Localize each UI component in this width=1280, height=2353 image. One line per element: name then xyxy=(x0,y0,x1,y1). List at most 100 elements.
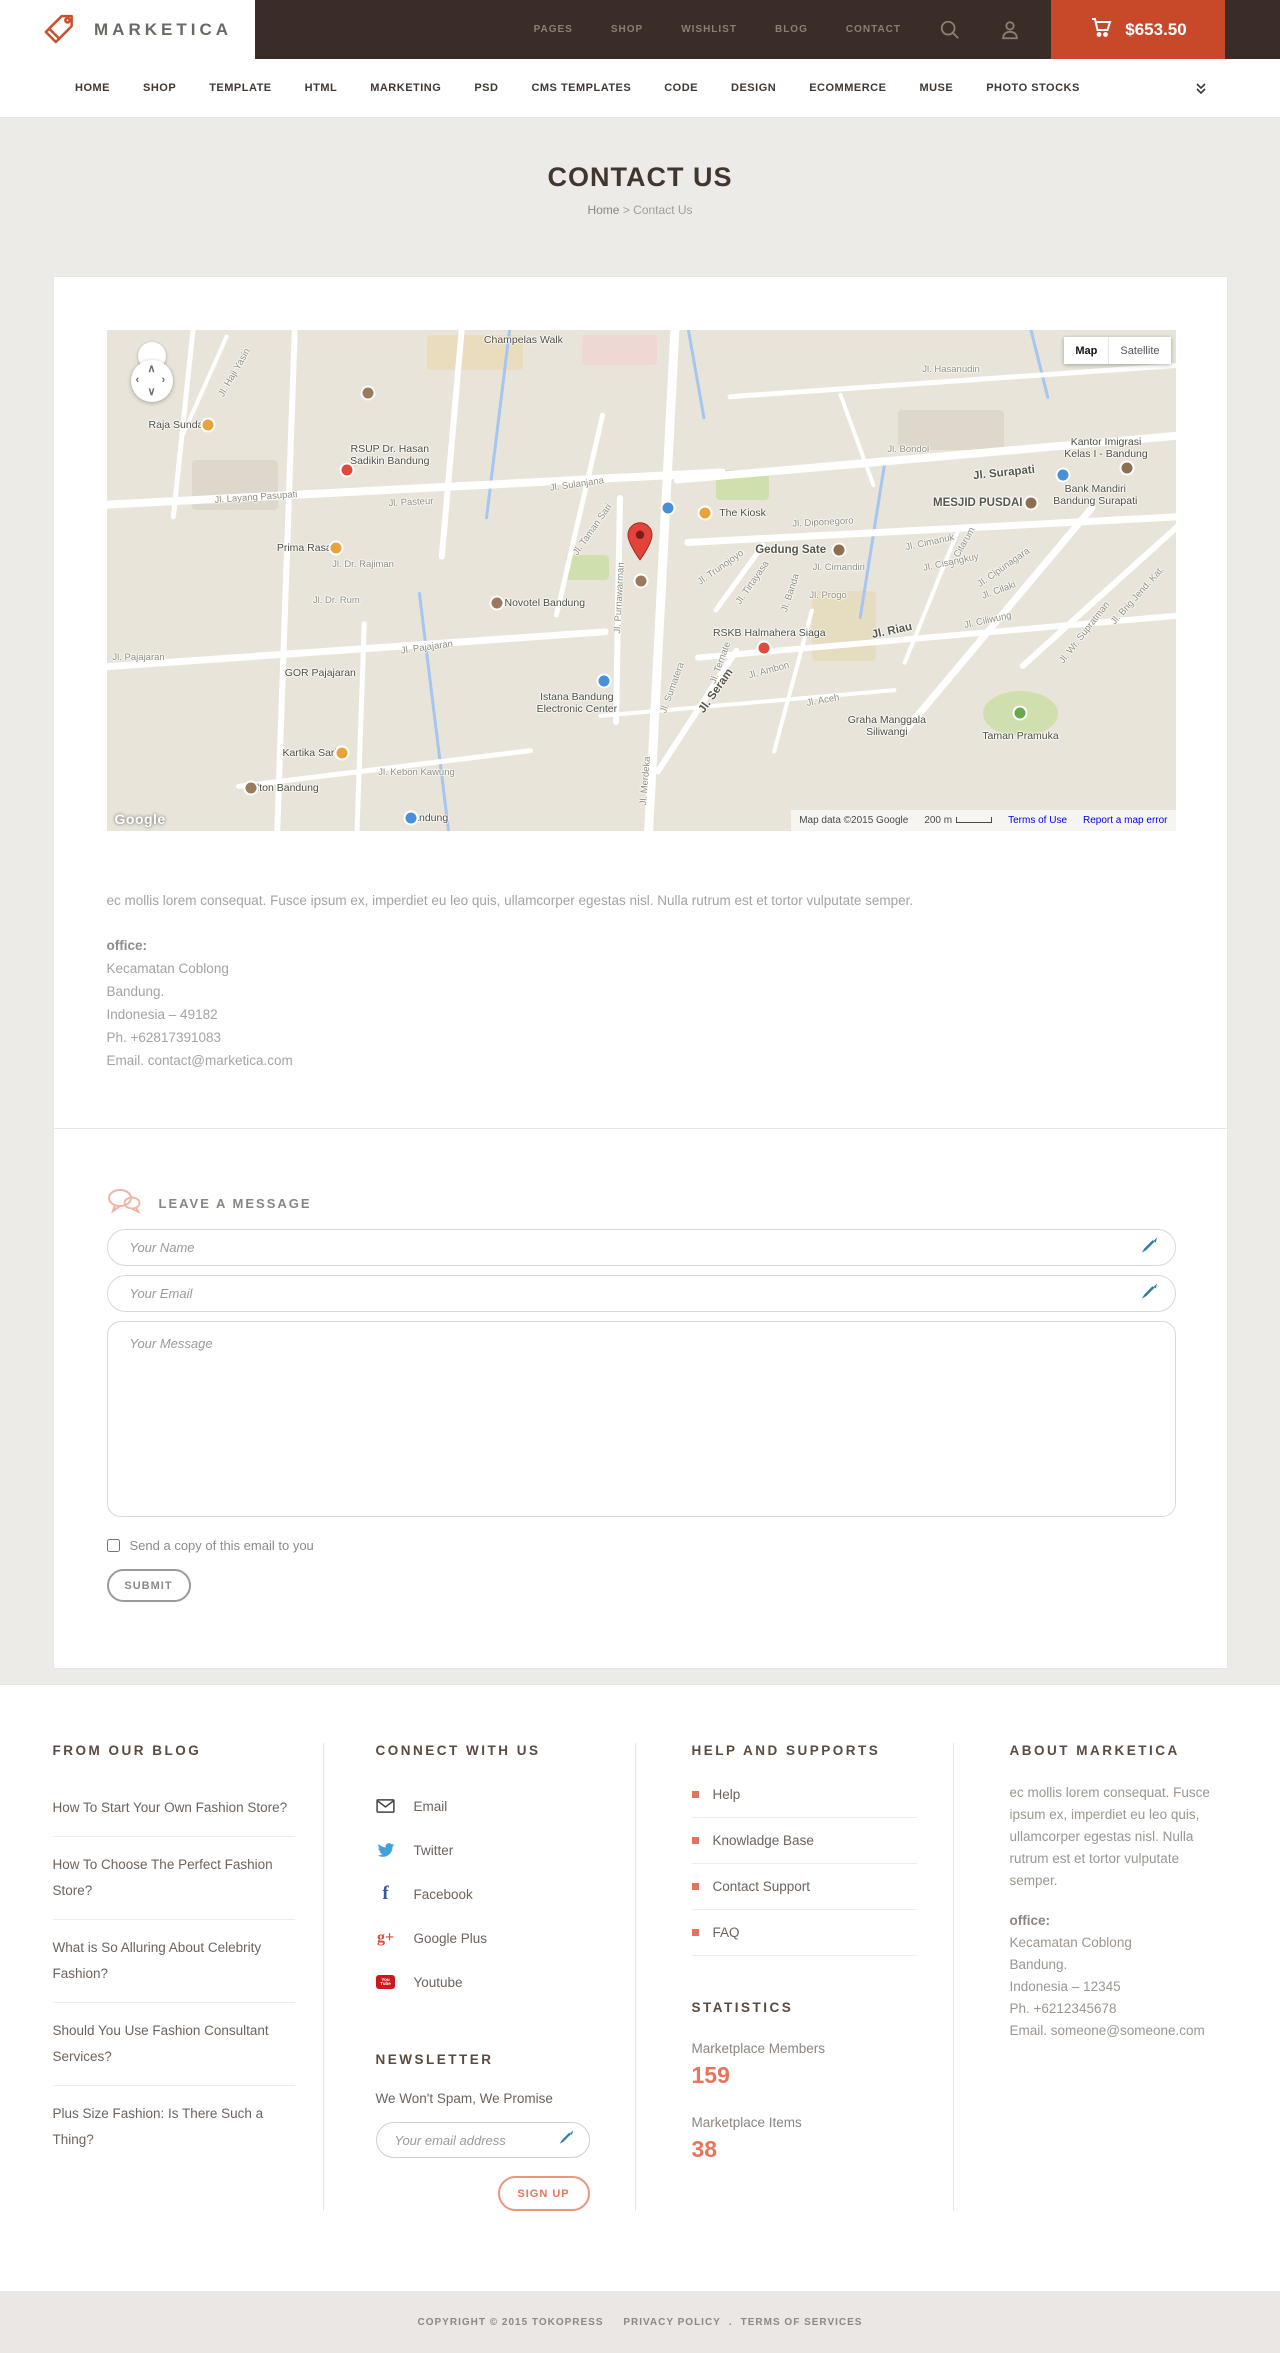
topnav-pages[interactable]: PAGES xyxy=(534,24,573,35)
about-heading: ABOUT MARKETICA xyxy=(1009,1743,1180,1758)
chevron-down-icon[interactable] xyxy=(1194,81,1208,95)
nav-ecommerce[interactable]: ECOMMERCE xyxy=(809,82,886,94)
social-item-facebook[interactable]: f Facebook xyxy=(376,1872,605,1916)
brand-tag-icon xyxy=(40,7,80,52)
pan-right-arrow[interactable]: › xyxy=(162,374,166,386)
social-label: Facebook xyxy=(413,1886,473,1902)
help-heading: HELP AND SUPPORTS xyxy=(691,1743,881,1758)
pan-up-arrow[interactable]: ∧ xyxy=(148,362,156,375)
nav-marketing[interactable]: MARKETING xyxy=(370,82,441,94)
help-item[interactable]: Knowladge Base xyxy=(691,1818,917,1864)
search-icon[interactable] xyxy=(939,19,961,41)
newsletter-email-input[interactable] xyxy=(375,2122,590,2158)
google-logo: Google xyxy=(114,811,166,827)
social-item-email[interactable]: Email xyxy=(376,1784,605,1828)
help-item[interactable]: Help xyxy=(691,1772,917,1818)
cart-icon xyxy=(1089,15,1113,44)
cart-button[interactable]: $653.50 xyxy=(1051,0,1225,59)
nav-template[interactable]: TEMPLATE xyxy=(209,82,271,94)
park-poi-icon xyxy=(1014,707,1026,719)
social-item-twitter[interactable]: Twitter xyxy=(376,1828,605,1872)
help-item[interactable]: Contact Support xyxy=(691,1864,917,1910)
privacy-policy-link[interactable]: PRIVACY POLICY xyxy=(623,2317,721,2328)
pan-left-arrow[interactable]: ‹ xyxy=(136,374,140,386)
nav-html[interactable]: HTML xyxy=(305,82,338,94)
office-email: Email. someone@someone.com xyxy=(1009,2023,1205,2038)
map-label: Jl. Cisangkuy xyxy=(922,551,980,574)
message-textarea[interactable] xyxy=(106,1321,1176,1517)
send-copy-checkbox[interactable] xyxy=(106,1539,120,1552)
nav-home[interactable]: HOME xyxy=(75,82,110,94)
blog-link[interactable]: What is So Alluring About Celebrity Fash… xyxy=(53,1940,262,1981)
sign-up-button[interactable]: SIGN UP xyxy=(497,2176,590,2211)
nav-photo-stocks[interactable]: PHOTO STOCKS xyxy=(986,82,1080,94)
map-area-patch xyxy=(897,410,1005,451)
office-line: Kecamatan Coblong xyxy=(106,961,229,976)
station-poi-icon xyxy=(405,812,417,824)
breadcrumb-home[interactable]: Home xyxy=(587,203,619,217)
stat-value: 159 xyxy=(691,2062,730,2088)
office-label: office: xyxy=(106,938,148,953)
list-item: Should You Use Fashion Consultant Servic… xyxy=(52,2003,295,2086)
footer: FROM OUR BLOG How To Start Your Own Fash… xyxy=(0,1684,1280,2291)
map-label: Jl. Diponegoro xyxy=(791,515,854,530)
topnav-shop[interactable]: SHOP xyxy=(611,24,643,35)
map-label: Jl. Hasanudin xyxy=(922,364,980,376)
user-icon[interactable] xyxy=(999,19,1021,41)
map-pan-arrows[interactable]: ∧ ‹ › ∨ xyxy=(130,360,173,402)
help-item[interactable]: FAQ xyxy=(691,1910,917,1956)
location-pin-marker[interactable] xyxy=(627,522,653,567)
name-input[interactable] xyxy=(106,1229,1176,1266)
restaurant-poi-icon xyxy=(699,507,711,519)
blog-link[interactable]: How To Choose The Perfect Fashion Store? xyxy=(53,1857,273,1898)
map-canvas[interactable]: ∧ ‹ › ∨ Map Satellite Google Map data ©2… xyxy=(106,330,1176,831)
nav-cms-templates[interactable]: CMS TEMPLATES xyxy=(531,82,631,94)
map-label: Bank Mandiri Bandung Surapati xyxy=(1053,483,1138,508)
map-view-button[interactable]: Map xyxy=(1064,337,1109,364)
map-area-patch xyxy=(582,335,658,366)
help-link[interactable]: FAQ xyxy=(713,1925,740,1940)
report-map-error-link[interactable]: Report a map error xyxy=(1083,815,1167,826)
submit-button[interactable]: SUBMIT xyxy=(106,1569,191,1602)
nav-design[interactable]: DESIGN xyxy=(731,82,776,94)
nav-code[interactable]: CODE xyxy=(664,82,698,94)
statistics-heading: STATISTICS xyxy=(691,2000,794,2015)
help-link[interactable]: Knowladge Base xyxy=(713,1833,814,1848)
social-item-youtube[interactable]: You Tube Youtube xyxy=(376,1960,605,2004)
blog-link[interactable]: Should You Use Fashion Consultant Servic… xyxy=(53,2023,269,2064)
pan-down-arrow[interactable]: ∨ xyxy=(148,385,156,398)
nav-muse[interactable]: MUSE xyxy=(919,82,953,94)
nav-psd[interactable]: PSD xyxy=(474,82,498,94)
logo[interactable]: MARKETICA xyxy=(0,0,255,59)
topnav-wishlist[interactable]: WISHLIST xyxy=(681,24,737,35)
google-plus-icon: g+ xyxy=(376,1929,395,1946)
copyright-bar: COPYRIGHT © 2015 TOKOPRESS PRIVACY POLIC… xyxy=(0,2291,1280,2353)
blog-link[interactable]: Plus Size Fashion: Is There Such a Thing… xyxy=(53,2106,264,2147)
terms-of-use-link[interactable]: Terms of Use xyxy=(1008,815,1067,826)
form-heading: LEAVE A MESSAGE xyxy=(158,1196,312,1211)
blog-link[interactable]: How To Start Your Own Fashion Store? xyxy=(53,1800,288,1815)
map-label: Jl. Haji Yasin xyxy=(216,346,253,399)
map-pan-control[interactable]: ∧ ‹ › ∨ xyxy=(129,342,175,404)
help-link[interactable]: Contact Support xyxy=(713,1879,811,1894)
email-input[interactable] xyxy=(106,1275,1176,1312)
category-nav: HOME SHOP TEMPLATE HTML MARKETING PSD CM… xyxy=(0,59,1280,118)
shopping-poi-icon xyxy=(662,502,674,514)
message-field-wrap xyxy=(106,1321,1176,1522)
brand-name: MARKETICA xyxy=(94,19,232,39)
social-label: Email xyxy=(413,1798,448,1814)
map-label: Istana Bandung Electronic Center xyxy=(536,691,618,716)
social-item-google-plus[interactable]: g+ Google Plus xyxy=(376,1916,605,1960)
help-link[interactable]: Help xyxy=(713,1787,741,1802)
map-data-credit: Map data ©2015 Google xyxy=(799,815,909,826)
map-label: Jl. Surapati xyxy=(972,463,1036,482)
hotel-poi-icon xyxy=(491,597,503,609)
satellite-view-button[interactable]: Satellite xyxy=(1108,337,1171,364)
footer-help-column: HELP AND SUPPORTS Help Knowladge Base Co… xyxy=(634,1743,953,2211)
map-label: Jl. Tirtayasa xyxy=(733,558,772,607)
topnav-blog[interactable]: BLOG xyxy=(775,24,808,35)
topnav-contact[interactable]: CONTACT xyxy=(846,24,901,35)
office-line: Indonesia – 12345 xyxy=(1009,1979,1121,1994)
terms-of-services-link[interactable]: TERMS OF SERVICES xyxy=(741,2317,863,2328)
nav-shop[interactable]: SHOP xyxy=(143,82,176,94)
